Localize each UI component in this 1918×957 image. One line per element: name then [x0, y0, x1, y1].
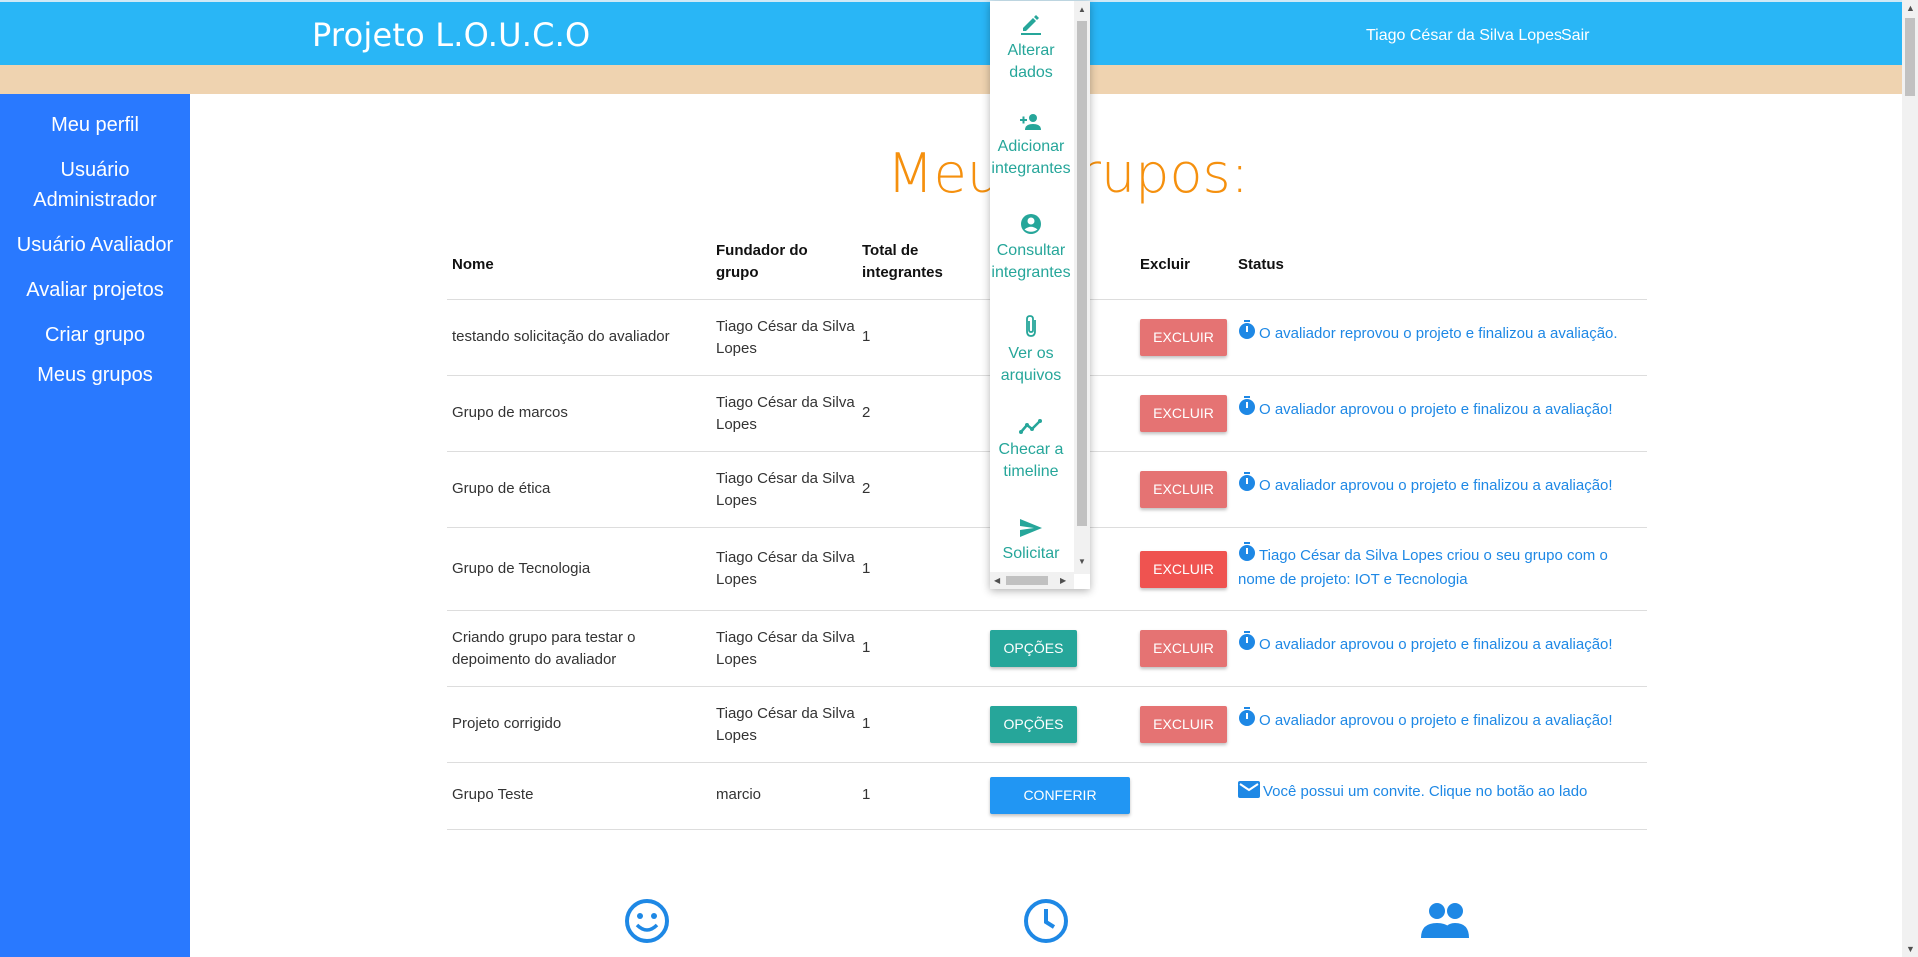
sidebar-item-meus-grupos[interactable]: Meus grupos	[0, 360, 190, 390]
timer-icon	[1238, 707, 1256, 734]
group-name: Grupo Teste	[452, 786, 534, 803]
dropdown-scroll-thumb[interactable]	[1077, 21, 1087, 526]
group-total: 1	[862, 560, 871, 577]
attach-file-icon	[990, 314, 1072, 338]
table-row: Projeto corrigido Tiago César da Silva L…	[447, 687, 1647, 763]
dropdown-item-label: Adicionar integrantes	[991, 138, 1071, 177]
dropdown-item-alterar-dados[interactable]: Alterar dados	[990, 11, 1072, 84]
dropdown-horizontal-scrollbar[interactable]: ◀ ▶	[990, 572, 1074, 589]
group-founder: marcio	[716, 786, 762, 803]
header-excluir: Excluir	[1140, 256, 1191, 273]
timer-icon	[1238, 472, 1256, 499]
page-scroll-down-icon[interactable]: ▼	[1906, 944, 1915, 954]
group-total: 1	[862, 328, 871, 345]
options-dropdown[interactable]: Alterar dados Adicionar integrantes Cons…	[990, 1, 1090, 589]
brand-logo-text[interactable]: Projeto L.O.U.C.O	[312, 16, 590, 54]
dropdown-item-label: Solicitar	[1002, 545, 1060, 562]
dropdown-item-solicitar[interactable]: Solicitar	[990, 518, 1072, 565]
group-total: 2	[862, 404, 871, 421]
header-nome: Nome	[452, 256, 494, 273]
group-total: 2	[862, 480, 871, 497]
status-text[interactable]: Você possui um convite. Clique no botão …	[1238, 781, 1638, 805]
edit-icon	[990, 11, 1072, 35]
dropdown-vertical-scrollbar[interactable]: ▲ ▼	[1074, 1, 1090, 574]
status-text[interactable]: O avaliador reprovou o projeto e finaliz…	[1238, 320, 1638, 347]
page-scroll-thumb[interactable]	[1905, 18, 1915, 96]
excluir-button[interactable]: EXCLUIR	[1140, 630, 1227, 667]
group-name: Grupo de ética	[452, 480, 551, 497]
timeline-icon	[990, 418, 1072, 434]
dropdown-item-label: Alterar dados	[1007, 42, 1055, 81]
dropdown-item-label: Consultar integrantes	[991, 242, 1071, 281]
group-total: 1	[862, 715, 871, 732]
header-status: Status	[1238, 256, 1284, 273]
excluir-button[interactable]: EXCLUIR	[1140, 471, 1227, 508]
group-founder: Tiago César da Silva Lopes	[716, 705, 855, 744]
excluir-button[interactable]: EXCLUIR	[1140, 551, 1227, 588]
dropdown-item-ver-arquivos[interactable]: Ver os arquivos	[990, 314, 1072, 387]
sidebar-item-meu-perfil[interactable]: Meu perfil	[0, 110, 190, 140]
sidebar-item-usuario-avaliador[interactable]: Usuário Avaliador	[0, 230, 190, 260]
header-accent-bar	[0, 65, 1902, 94]
group-name: Projeto corrigido	[452, 715, 562, 732]
sidebar-item-criar-grupo[interactable]: Criar grupo	[0, 320, 190, 350]
page-scroll-up-icon[interactable]: ▲	[1906, 3, 1915, 13]
dropdown-item-checar-timeline[interactable]: Checar a timeline	[990, 418, 1072, 483]
scroll-down-arrow-icon[interactable]: ▼	[1078, 558, 1086, 566]
group-founder: Tiago César da Silva Lopes	[716, 549, 855, 588]
status-text[interactable]: Tiago César da Silva Lopes criou o seu g…	[1238, 542, 1638, 591]
scroll-right-arrow-icon[interactable]: ▶	[1060, 577, 1066, 585]
scroll-left-arrow-icon[interactable]: ◀	[994, 577, 1000, 585]
header-total: Total de integrantes	[862, 242, 943, 281]
sidebar: Meu perfil Usuário Administrador Usuário…	[0, 94, 190, 957]
group-name: testando solicitação do avaliador	[452, 328, 670, 345]
dropdown-item-label: Ver os arquivos	[1000, 345, 1062, 384]
group-founder: Tiago César da Silva Lopes	[716, 470, 855, 509]
top-navbar: Projeto L.O.U.C.O Tiago César da Silva L…	[0, 0, 1902, 65]
timer-icon	[1238, 542, 1256, 569]
opcoes-button[interactable]: OPÇÕES	[990, 706, 1077, 743]
clock-icon	[1023, 898, 1069, 949]
group-founder: Tiago César da Silva Lopes	[716, 629, 855, 668]
group-founder: Tiago César da Silva Lopes	[716, 318, 855, 357]
timer-icon	[1238, 631, 1256, 658]
mail-icon	[1238, 781, 1260, 805]
sidebar-item-avaliar-projetos[interactable]: Avaliar projetos	[0, 275, 190, 305]
header-fundador: Fundador do grupo	[716, 242, 808, 281]
group-founder: Tiago César da Silva Lopes	[716, 394, 855, 433]
opcoes-button[interactable]: OPÇÕES	[990, 630, 1077, 667]
timer-icon	[1238, 320, 1256, 347]
person-add-icon	[990, 113, 1072, 131]
status-text[interactable]: O avaliador aprovou o projeto e finalizo…	[1238, 396, 1638, 423]
dropdown-hscroll-thumb[interactable]	[1006, 576, 1048, 585]
table-row: Criando grupo para testar o depoimento d…	[447, 611, 1647, 687]
group-total: 1	[862, 786, 871, 803]
group-name: Criando grupo para testar o depoimento d…	[452, 629, 636, 668]
status-text[interactable]: O avaliador aprovou o projeto e finalizo…	[1238, 631, 1638, 658]
timer-icon	[1238, 396, 1256, 423]
user-name-link[interactable]: Tiago César da Silva Lopes	[1366, 27, 1562, 45]
page-scrollbar[interactable]: ▲ ▼	[1902, 0, 1918, 957]
excluir-button[interactable]: EXCLUIR	[1140, 706, 1227, 743]
smiley-face-icon	[624, 898, 670, 949]
group-total: 1	[862, 639, 871, 656]
people-icon	[1419, 900, 1471, 945]
logout-link[interactable]: Sair	[1561, 27, 1589, 45]
group-name: Grupo de Tecnologia	[452, 560, 591, 577]
table-row: Grupo Teste marcio 1 CONFERIR Você possu…	[447, 763, 1647, 830]
dropdown-item-consultar-integrantes[interactable]: Consultar integrantes	[990, 213, 1072, 284]
conferir-button[interactable]: CONFERIR	[990, 777, 1130, 814]
excluir-button[interactable]: EXCLUIR	[1140, 319, 1227, 356]
send-icon	[990, 518, 1072, 538]
dropdown-item-adicionar-integrantes[interactable]: Adicionar integrantes	[990, 113, 1072, 180]
excluir-button[interactable]: EXCLUIR	[1140, 395, 1227, 432]
scroll-up-arrow-icon[interactable]: ▲	[1078, 6, 1086, 14]
status-text[interactable]: O avaliador aprovou o projeto e finalizo…	[1238, 707, 1638, 734]
group-name: Grupo de marcos	[452, 404, 568, 421]
status-text[interactable]: O avaliador aprovou o projeto e finalizo…	[1238, 472, 1638, 499]
dropdown-item-label: Checar a timeline	[998, 441, 1064, 480]
sidebar-item-usuario-administrador[interactable]: Usuário Administrador	[0, 155, 190, 215]
account-circle-icon	[990, 213, 1072, 235]
